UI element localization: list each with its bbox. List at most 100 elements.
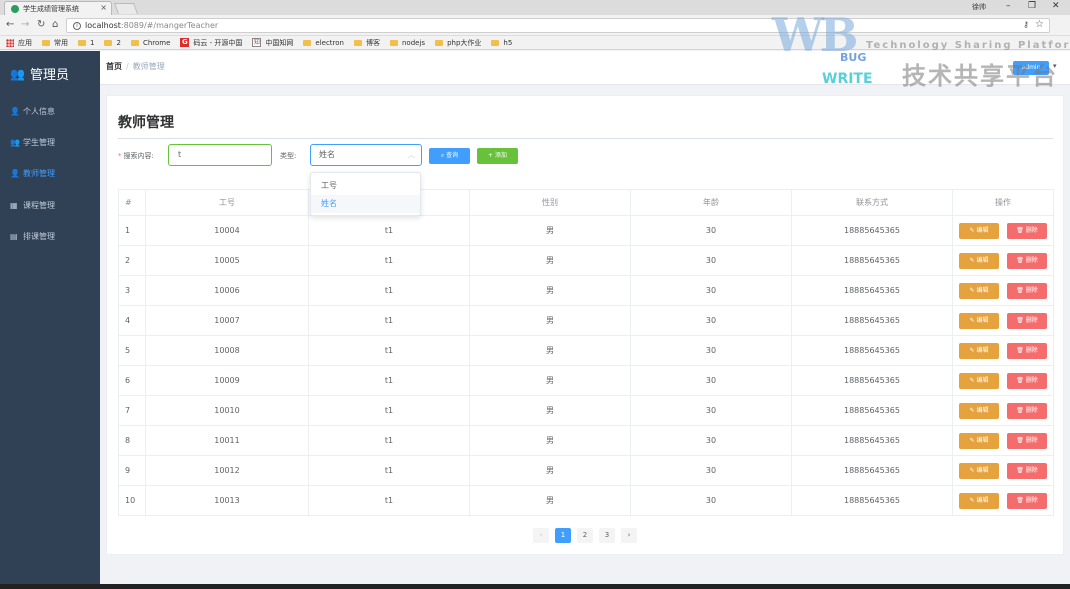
cell-contact: 18885645365	[791, 455, 953, 486]
delete-button[interactable]: 🗑 删除	[1007, 462, 1047, 479]
folder-icon	[42, 39, 50, 46]
trash-icon: 🗑	[1016, 346, 1026, 354]
tab-close-icon[interactable]: ×	[100, 3, 107, 12]
add-button[interactable]: + 添加	[477, 148, 518, 164]
action-group: ✎ 编辑 🗑 删除	[953, 252, 1053, 269]
table-row: 6 10009 t1 男 30 18885645365 ✎ 编辑 🗑 删除	[118, 365, 1054, 396]
cell-gender: 男	[469, 215, 631, 246]
bookmark-folder[interactable]: 常用	[42, 38, 68, 48]
col-header-contact: 联系方式	[791, 189, 953, 216]
cell-gender: 男	[469, 455, 631, 486]
bookmark-apps[interactable]: 应用	[6, 38, 32, 48]
delete-button[interactable]: 🗑 删除	[1007, 252, 1047, 269]
search-label: * 搜索内容:	[118, 152, 154, 160]
cell-contact: 18885645365	[791, 485, 953, 516]
cell-id: 10009	[145, 365, 309, 396]
sidebar-item-students[interactable]: 👥 学生管理	[10, 137, 55, 148]
page-button-2[interactable]: 2	[577, 528, 593, 543]
edit-button[interactable]: ✎ 编辑	[959, 462, 999, 479]
trash-icon: 🗑	[1016, 226, 1026, 234]
delete-button[interactable]: 🗑 删除	[1007, 432, 1047, 449]
delete-button[interactable]: 🗑 删除	[1007, 492, 1047, 509]
cell-id: 10006	[145, 275, 309, 306]
edit-button[interactable]: ✎ 编辑	[959, 282, 999, 299]
delete-button[interactable]: 🗑 删除	[1007, 402, 1047, 419]
edit-button[interactable]: ✎ 编辑	[959, 342, 999, 359]
delete-button[interactable]: 🗑 删除	[1007, 312, 1047, 329]
new-tab-button[interactable]	[113, 3, 139, 14]
bookmark-folder[interactable]: php大作业	[435, 38, 481, 48]
cell-contact: 18885645365	[791, 245, 953, 276]
search-input[interactable]: t	[168, 144, 272, 166]
prev-page-button[interactable]: ‹	[533, 528, 549, 543]
edit-button[interactable]: ✎ 编辑	[959, 492, 999, 509]
cell-actions: ✎ 编辑 🗑 删除	[952, 395, 1054, 426]
students-icon: 👥	[10, 138, 20, 147]
breadcrumb-home[interactable]: 首页	[106, 62, 122, 71]
delete-button[interactable]: 🗑 删除	[1007, 222, 1047, 239]
trash-icon: 🗑	[1016, 256, 1026, 264]
type-select[interactable]: 姓名 ︿	[310, 144, 422, 166]
bookmark-folder[interactable]: 博客	[354, 38, 380, 48]
sidebar-item-schedule[interactable]: ▤ 排课管理	[10, 231, 55, 242]
bookmark-folder[interactable]: 2	[104, 39, 121, 47]
dropdown-option-id[interactable]: 工号	[311, 177, 420, 195]
dropdown-option-name[interactable]: 姓名	[311, 195, 420, 213]
page-button-3[interactable]: 3	[599, 528, 615, 543]
browser-tab[interactable]: 学生成绩管理系统 ×	[4, 1, 112, 15]
page-button-1[interactable]: 1	[555, 528, 571, 543]
sidebar-title: 👥 管理员	[10, 66, 69, 84]
delete-button[interactable]: 🗑 删除	[1007, 342, 1047, 359]
cell-name: t1	[308, 335, 470, 366]
trash-icon: 🗑	[1016, 466, 1026, 474]
cell-index: 6	[118, 365, 146, 396]
taskbar	[0, 584, 1070, 589]
edit-button[interactable]: ✎ 编辑	[959, 372, 999, 389]
edit-button[interactable]: ✎ 编辑	[959, 252, 999, 269]
bookmark-folder[interactable]: electron	[303, 39, 344, 47]
edit-button[interactable]: ✎ 编辑	[959, 402, 999, 419]
action-group: ✎ 编辑 🗑 删除	[953, 372, 1053, 389]
bookmark-folder[interactable]: 1	[78, 39, 94, 47]
bookmark-folder[interactable]: nodejs	[390, 39, 425, 47]
cell-index: 10	[118, 485, 146, 516]
bookmark-folder[interactable]: h5	[491, 39, 512, 47]
back-icon[interactable]: ←	[6, 19, 14, 30]
cell-age: 30	[630, 425, 792, 456]
folder-icon	[303, 39, 312, 46]
delete-button[interactable]: 🗑 删除	[1007, 282, 1047, 299]
schedule-icon: ▤	[10, 232, 18, 241]
sidebar-item-courses[interactable]: ▦ 课程管理	[10, 200, 55, 211]
cell-name: t1	[308, 305, 470, 336]
action-group: ✎ 编辑 🗑 删除	[953, 432, 1053, 449]
delete-button[interactable]: 🗑 删除	[1007, 372, 1047, 389]
reload-icon[interactable]: ↻	[37, 19, 45, 30]
edit-button[interactable]: ✎ 编辑	[959, 432, 999, 449]
cell-age: 30	[630, 455, 792, 486]
cell-name: t1	[308, 485, 470, 516]
cell-id: 10007	[145, 305, 309, 336]
cell-contact: 18885645365	[791, 335, 953, 366]
cell-gender: 男	[469, 305, 631, 336]
table-row: 5 10008 t1 男 30 18885645365 ✎ 编辑 🗑 删除	[118, 335, 1054, 366]
cell-age: 30	[630, 485, 792, 516]
cell-actions: ✎ 编辑 🗑 删除	[952, 365, 1054, 396]
sidebar-item-profile[interactable]: 👤 个人信息	[10, 106, 55, 117]
info-icon[interactable]: i	[73, 21, 81, 30]
edit-button[interactable]: ✎ 编辑	[959, 222, 999, 239]
home-icon[interactable]: ⌂	[52, 19, 58, 30]
query-button[interactable]: ⌕ 查询	[429, 148, 470, 164]
bookmark-folder[interactable]: Chrome	[130, 39, 170, 47]
cell-id: 10012	[145, 455, 309, 486]
cell-contact: 18885645365	[791, 365, 953, 396]
edit-button[interactable]: ✎ 编辑	[959, 312, 999, 329]
tab-title: 学生成绩管理系统	[23, 4, 79, 13]
next-page-button[interactable]: ›	[621, 528, 637, 543]
forward-icon[interactable]: →	[21, 19, 29, 30]
table-row: 10 10013 t1 男 30 18885645365 ✎ 编辑 🗑 删除	[118, 485, 1054, 516]
bookmark-gitee[interactable]: G 码云 - 开源中国	[180, 38, 242, 48]
breadcrumb-current: 教师管理	[132, 62, 165, 71]
sidebar-item-teachers[interactable]: 👤 教师管理	[10, 168, 55, 179]
bookmark-cnki[interactable]: 知中国知网	[252, 38, 293, 48]
cell-contact: 18885645365	[791, 425, 953, 456]
